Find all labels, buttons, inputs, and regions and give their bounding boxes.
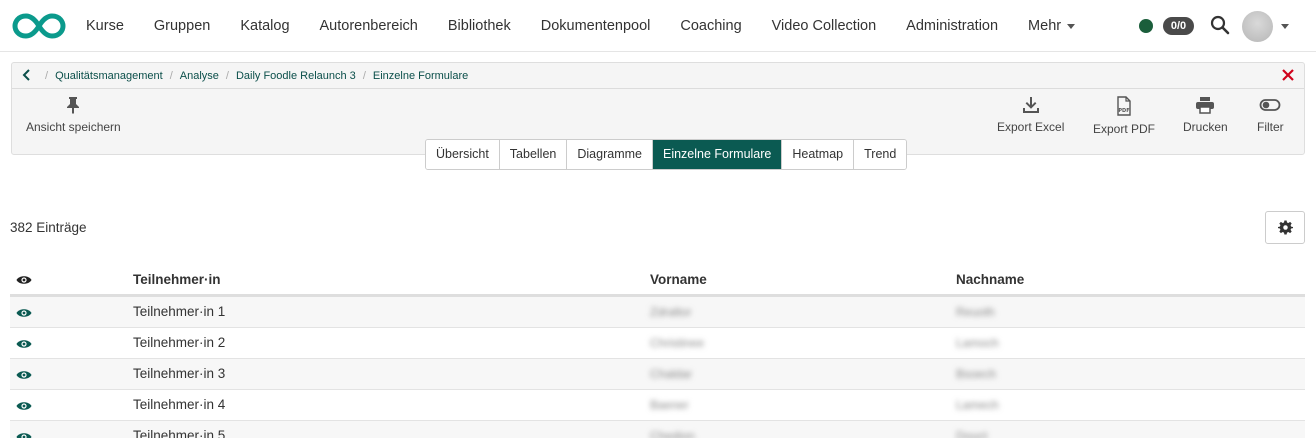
participant-cell: Teilnehmer·in 4 bbox=[133, 397, 226, 412]
participant-cell: Teilnehmer·in 1 bbox=[133, 304, 226, 319]
close-icon[interactable] bbox=[1281, 68, 1295, 82]
back-chevron-icon[interactable] bbox=[20, 68, 34, 82]
search-icon[interactable] bbox=[1210, 15, 1230, 35]
last-name-cell: Reuoth bbox=[956, 305, 995, 319]
export-excel-label: Export Excel bbox=[997, 120, 1065, 134]
openolat-logo-icon[interactable] bbox=[12, 12, 66, 40]
first-name-cell: Baener bbox=[650, 398, 689, 412]
eye-icon bbox=[16, 340, 32, 348]
column-header-participant[interactable]: Teilnehmer·in bbox=[133, 263, 221, 297]
breadcrumb-separator: / bbox=[362, 70, 366, 82]
breadcrumb-item-survey[interactable]: Daily Foodle Relaunch 3 bbox=[236, 70, 356, 82]
table-row: Teilnehmer·in 5 Chedion Douct bbox=[10, 421, 1305, 438]
user-menu-caret-icon[interactable] bbox=[1281, 24, 1289, 29]
breadcrumb-item-analysis[interactable]: Analyse bbox=[180, 70, 219, 82]
breadcrumb-bar: / Qualitätsmanagement / Analyse / Daily … bbox=[12, 63, 1304, 89]
nav-item-courses[interactable]: Kurse bbox=[71, 0, 139, 52]
tab-single-forms[interactable]: Einzelne Formulare bbox=[652, 140, 783, 169]
main-nav: Kurse Gruppen Katalog Autorenbereich Bib… bbox=[71, 0, 1090, 52]
first-name-cell: Chedion bbox=[650, 429, 695, 438]
export-pdf-label: Export PDF bbox=[1093, 122, 1156, 136]
gear-icon bbox=[1278, 220, 1293, 235]
nav-item-catalog[interactable]: Katalog bbox=[225, 0, 304, 52]
participant-cell: Teilnehmer·in 5 bbox=[133, 428, 226, 438]
print-label: Drucken bbox=[1183, 120, 1228, 134]
first-name-cell: Chaldar bbox=[650, 367, 693, 381]
tab-trend[interactable]: Trend bbox=[854, 140, 907, 169]
pdf-file-icon: PDF bbox=[1117, 96, 1131, 116]
last-name-cell: Bsoech bbox=[956, 367, 997, 381]
pin-icon bbox=[67, 97, 80, 114]
nav-item-coaching[interactable]: Coaching bbox=[665, 0, 756, 52]
save-view-label: Ansicht speichern bbox=[26, 120, 121, 134]
export-pdf-button[interactable]: PDF Export PDF bbox=[1093, 96, 1155, 136]
table-row: Teilnehmer·in 2 Christinee Lamoch bbox=[10, 328, 1305, 359]
table-settings-button[interactable] bbox=[1265, 211, 1305, 244]
notification-counter-badge[interactable]: 0/0 bbox=[1163, 17, 1194, 35]
nav-item-administration[interactable]: Administration bbox=[891, 0, 1013, 52]
tab-tables[interactable]: Tabellen bbox=[499, 140, 568, 169]
nav-item-library[interactable]: Bibliothek bbox=[433, 0, 526, 52]
filter-button[interactable]: Filter bbox=[1257, 96, 1284, 134]
nav-item-video-collection[interactable]: Video Collection bbox=[757, 0, 892, 52]
entry-count: 382 Einträge bbox=[10, 220, 87, 235]
tab-diagrams[interactable]: Diagramme bbox=[567, 140, 653, 169]
export-excel-button[interactable]: Export Excel bbox=[997, 96, 1064, 134]
user-avatar[interactable] bbox=[1242, 11, 1273, 42]
table-body: Teilnehmer·in 1 Zdraltor Reuoth Teilnehm… bbox=[10, 297, 1305, 438]
last-name-cell: Douct bbox=[956, 429, 988, 438]
table-header: Teilnehmer·in Vorname Nachname bbox=[10, 263, 1305, 297]
breadcrumb-separator: / bbox=[45, 70, 49, 82]
caret-down-icon bbox=[1067, 23, 1076, 29]
eye-icon bbox=[16, 276, 32, 284]
online-status-icon[interactable] bbox=[1139, 19, 1153, 33]
last-name-cell: Lamech bbox=[956, 398, 999, 412]
breadcrumb-separator: / bbox=[169, 70, 173, 82]
breadcrumb-item-current[interactable]: Einzelne Formulare bbox=[373, 70, 468, 82]
table-row: Teilnehmer·in 3 Chaldar Bsoech bbox=[10, 359, 1305, 390]
eye-icon bbox=[16, 371, 32, 379]
column-header-first-name[interactable]: Vorname bbox=[650, 263, 707, 297]
svg-text:PDF: PDF bbox=[1118, 108, 1129, 114]
nav-item-groups[interactable]: Gruppen bbox=[139, 0, 225, 52]
nav-item-more[interactable]: Mehr bbox=[1013, 0, 1090, 52]
save-view-button[interactable]: Ansicht speichern bbox=[26, 96, 121, 134]
eye-icon bbox=[16, 433, 32, 438]
table-row: Teilnehmer·in 4 Baener Lamech bbox=[10, 390, 1305, 421]
download-icon bbox=[1022, 97, 1039, 113]
table-row: Teilnehmer·in 1 Zdraltor Reuoth bbox=[10, 297, 1305, 328]
last-name-cell: Lamoch bbox=[956, 336, 999, 350]
breadcrumb-separator: / bbox=[225, 70, 229, 82]
print-button[interactable]: Drucken bbox=[1183, 96, 1228, 134]
first-name-cell: Zdraltor bbox=[650, 305, 692, 319]
breadcrumb-item-quality-management[interactable]: Qualitätsmanagement bbox=[55, 70, 163, 82]
nav-item-authoring[interactable]: Autorenbereich bbox=[305, 0, 433, 52]
printer-icon bbox=[1196, 97, 1215, 114]
eye-icon bbox=[16, 309, 32, 317]
nav-item-document-pool[interactable]: Dokumentenpool bbox=[526, 0, 666, 52]
column-header-last-name[interactable]: Nachname bbox=[956, 263, 1024, 297]
tab-heatmap[interactable]: Heatmap bbox=[782, 140, 855, 169]
first-name-cell: Christinee bbox=[650, 336, 705, 350]
top-navbar: Kurse Gruppen Katalog Autorenbereich Bib… bbox=[0, 0, 1316, 52]
tab-overview[interactable]: Übersicht bbox=[426, 140, 500, 169]
participant-cell: Teilnehmer·in 3 bbox=[133, 366, 226, 381]
eye-icon bbox=[16, 402, 32, 410]
toggle-off-icon bbox=[1259, 99, 1281, 111]
nav-more-label: Mehr bbox=[1028, 18, 1062, 34]
breadcrumb: / Qualitätsmanagement / Analyse / Daily … bbox=[38, 63, 468, 89]
filter-label: Filter bbox=[1257, 120, 1284, 134]
analysis-tabs: Übersicht Tabellen Diagramme Einzelne Fo… bbox=[425, 139, 908, 170]
participants-table: Teilnehmer·in Vorname Nachname Teilnehme… bbox=[10, 263, 1305, 438]
participant-cell: Teilnehmer·in 2 bbox=[133, 335, 226, 350]
